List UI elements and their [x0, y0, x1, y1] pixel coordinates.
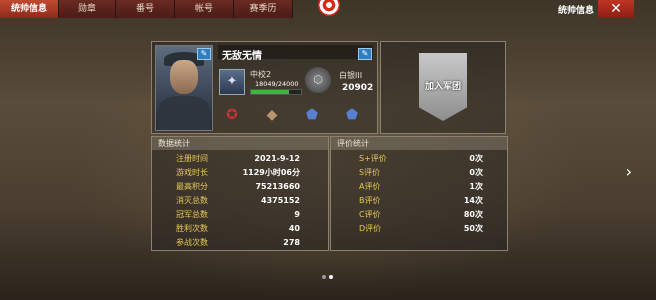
stat-label: 参战次数	[176, 238, 208, 247]
close-button[interactable]: ✕	[598, 0, 634, 18]
rating-row: C评价 80次	[331, 208, 507, 222]
rating-label: A评价	[359, 182, 381, 191]
stat-value: 278	[283, 238, 300, 247]
stat-value: 9	[294, 210, 300, 219]
rating-row: S评价 0次	[331, 166, 507, 180]
page-dot	[322, 275, 326, 279]
profile-card: ✎ 无敌无情 ✎ ✦ 中校2 18049/24000 ⬡ 白银III 20902…	[151, 41, 378, 134]
page-title: 统帅信息	[557, 6, 594, 16]
rating-label: S评价	[359, 168, 381, 177]
tab-designation[interactable]: 番号	[116, 0, 175, 18]
rating-label: S+评价	[359, 154, 387, 163]
rating-label: B评价	[359, 196, 381, 205]
medal-star-icon[interactable]: ✪	[222, 104, 242, 126]
stat-row: 参战次数 278	[152, 236, 328, 250]
medal-shield-icon[interactable]: ⬟	[302, 104, 322, 126]
player-name: 无敌无情	[222, 51, 262, 62]
rank-title: 中校2	[250, 70, 272, 79]
rating-value: 0次	[469, 154, 483, 163]
tab-commander-info[interactable]: 统帅信息	[0, 0, 59, 18]
tier-name: 白银III	[339, 71, 363, 80]
tab-medals[interactable]: 勋章	[59, 0, 116, 18]
page-dot-active	[329, 275, 333, 279]
stat-row: 消灭总数 4375152	[152, 194, 328, 208]
rating-value: 50次	[463, 224, 483, 233]
stat-value: 1129小时06分	[242, 168, 300, 177]
stat-value: 2021-9-12	[254, 154, 300, 163]
stat-label: 最高积分	[176, 182, 208, 191]
join-legion-button[interactable]: 加入军团	[419, 53, 467, 121]
rating-label: C评价	[359, 210, 381, 219]
data-stats-panel: 数据统计 注册时间 2021-9-12 游戏时长 1129小时06分最高积分 75213…	[151, 136, 329, 251]
join-legion-label: 加入军团	[424, 82, 461, 92]
stat-row: 冠军总数 9	[152, 208, 328, 222]
stat-row: 注册时间 2021-9-12	[152, 152, 328, 166]
stat-row: 游戏时长 1129小时06分	[152, 166, 328, 180]
stat-row: 胜利次数 40	[152, 222, 328, 236]
data-stats-title: 数据统计	[152, 137, 328, 150]
rating-row: D评价 50次	[331, 222, 507, 236]
rating-row: B评价 14次	[331, 194, 507, 208]
rating-value: 14次	[463, 196, 483, 205]
tab-bar: 统帅信息 勋章 番号 帐号 赛季历	[0, 0, 293, 18]
stat-label: 胜利次数	[176, 224, 208, 233]
tier-score: 20902	[342, 83, 374, 93]
next-page-arrow-icon[interactable]: ›	[626, 162, 632, 181]
legion-card: 加入军团	[380, 41, 506, 134]
rating-value: 1次	[469, 182, 483, 191]
stat-value: 75213660	[255, 182, 300, 191]
stat-label: 注册时间	[176, 154, 208, 163]
tab-season-history[interactable]: 赛季历	[234, 0, 293, 18]
target-icon	[318, 0, 340, 16]
medal-crest-icon[interactable]: ⬟	[342, 104, 362, 126]
exp-text: 18049/24000	[255, 80, 299, 88]
rating-stats-title: 评价统计	[331, 137, 507, 150]
stat-label: 冠军总数	[176, 210, 208, 219]
rating-label: D评价	[359, 224, 382, 233]
stat-row: 最高积分 75213660	[152, 180, 328, 194]
tab-account[interactable]: 帐号	[175, 0, 234, 18]
rating-stats-panel: 评价统计 S+评价 0次 S评价 0次 A评价 1次 B评价 14次 C评价 80次 D评价 50次	[330, 136, 508, 251]
tier-badge-icon: ⬡	[305, 67, 331, 93]
edit-portrait-icon[interactable]: ✎	[197, 48, 211, 60]
medal-bolt-icon[interactable]: ◆	[262, 104, 282, 126]
page-indicator	[322, 264, 336, 283]
rank-insignia-icon: ✦	[219, 69, 245, 95]
stat-label: 消灭总数	[176, 196, 208, 205]
stat-label: 游戏时长	[176, 168, 208, 177]
rating-value: 80次	[463, 210, 483, 219]
rating-row: A评价 1次	[331, 180, 507, 194]
rating-row: S+评价 0次	[331, 152, 507, 166]
stat-value: 4375152	[261, 196, 300, 205]
rating-value: 0次	[469, 168, 483, 177]
stat-value: 40	[288, 224, 300, 233]
edit-name-icon[interactable]: ✎	[358, 48, 372, 60]
exp-bar	[250, 89, 302, 95]
